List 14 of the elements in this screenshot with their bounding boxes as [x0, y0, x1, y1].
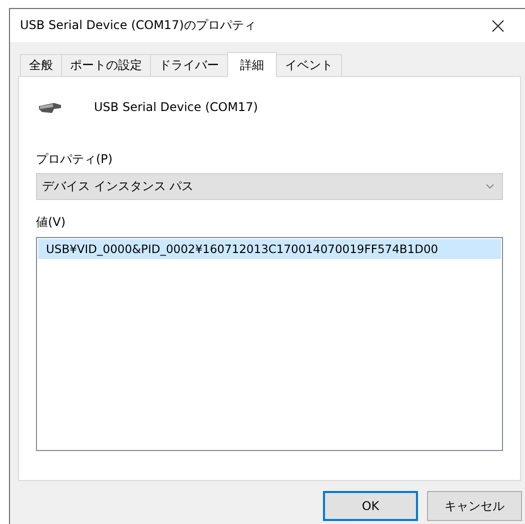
list-item[interactable]: USB¥VID_0000&PID_0002¥160712013C170014070019FF574B1D00	[38, 239, 501, 259]
property-dropdown[interactable]: デバイス インスタンス パス	[36, 173, 503, 200]
device-name: USB Serial Device (COM17)	[94, 100, 258, 114]
dialog-button[interactable]: OK	[323, 491, 418, 521]
window-title: USB Serial Device (COM17)のプロパティ	[20, 17, 256, 34]
property-label: プロパティ(P)	[36, 151, 114, 168]
close-icon[interactable]	[492, 20, 504, 32]
connector-icon	[38, 100, 62, 114]
dialog-button[interactable]: キャンセル	[427, 491, 522, 521]
tab[interactable]: 詳細	[227, 52, 277, 77]
tab[interactable]: イベント	[276, 54, 342, 76]
tab[interactable]: 全般	[20, 54, 62, 76]
chevron-down-icon	[486, 184, 494, 189]
value-label: 値(V)	[36, 214, 67, 231]
